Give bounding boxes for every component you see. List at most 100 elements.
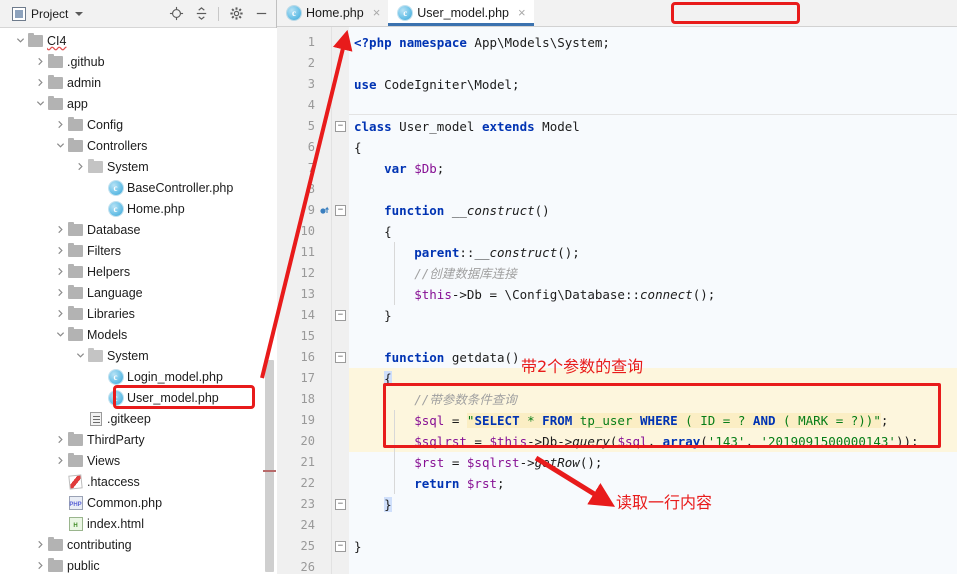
chevron-right-icon[interactable] [54,454,67,467]
tree-item-login-model-php[interactable]: c Login_model.php [0,366,277,387]
tree-item-common-php[interactable]: PHP Common.php [0,492,277,513]
chevron-right-icon[interactable] [34,76,47,89]
fold-marker-class-end[interactable]: − [335,541,346,552]
chevron-right-icon[interactable] [54,307,67,320]
line-text: } [354,539,362,554]
chevron-down-icon[interactable] [75,11,84,16]
tree-item-thirdparty[interactable]: ThirdParty [0,429,277,450]
close-icon[interactable]: × [373,6,381,19]
chevron-right-icon[interactable] [74,160,87,173]
code-line-15[interactable]: 15 [277,326,957,347]
code-editor[interactable]: 1 <?php namespace App\Models\System; 2 3 use… [277,27,957,574]
code-line-22[interactable]: 22 return $rst; [277,473,957,494]
fold-marker-getdata-end[interactable]: − [335,499,346,510]
tree-item-gitkeep[interactable]: .gitkeep [0,408,277,429]
tree-item-controllers[interactable]: Controllers [0,135,277,156]
project-tree-scrollbar[interactable] [265,360,274,572]
chevron-right-icon[interactable] [54,286,67,299]
override-method-gutter-icon[interactable] [319,205,330,216]
chevron-right-icon[interactable] [54,265,67,278]
tree-item-system[interactable]: System [0,156,277,177]
tree-item-label: Controllers [87,138,148,153]
tree-item-filters[interactable]: Filters [0,240,277,261]
code-line-21[interactable]: 21 $rst = $sqlrst->getRow(); [277,452,957,473]
fold-marker-construct[interactable]: − [335,205,346,216]
tree-item-views[interactable]: Views [0,450,277,471]
chevron-right-icon[interactable] [54,223,67,236]
chevron-right-icon[interactable] [54,244,67,257]
code-line-23[interactable]: 23 } [277,494,957,515]
code-line-25[interactable]: 25} [277,536,957,557]
code-line-17[interactable]: 17 { [277,368,957,389]
project-title-dropdown[interactable]: Project [8,5,87,23]
code-line-18[interactable]: 18 //带参数条件查询 [277,389,957,410]
code-line-19[interactable]: 19 $sql = "SELECT * FROM tp_user WHERE (… [277,410,957,431]
code-line-13[interactable]: 13 $this->Db = \Config\Database::connect… [277,284,957,305]
code-line-14[interactable]: 14 } [277,305,957,326]
tree-item-libraries[interactable]: Libraries [0,303,277,324]
code-line-4[interactable]: 4 [277,95,957,116]
tree-item-database[interactable]: Database [0,219,277,240]
chevron-right-icon[interactable] [34,55,47,68]
editor-tab-user-model-php[interactable]: c User_model.php × [388,0,534,26]
tree-item-admin[interactable]: admin [0,72,277,93]
chevron-down-icon[interactable] [54,328,67,341]
chevron-right-icon[interactable] [34,559,47,572]
code-line-6[interactable]: 6{ [277,137,957,158]
tree-item-github[interactable]: .github [0,51,277,72]
tree-item-icon: PHP [67,495,84,511]
code-line-12[interactable]: 12 //创建数据库连接 [277,263,957,284]
tree-item-models[interactable]: Models [0,324,277,345]
code-line-3[interactable]: 3 use CodeIgniter\Model; [277,74,957,95]
fold-marker-class[interactable]: − [335,121,346,132]
chevron-down-icon[interactable] [14,34,27,47]
tree-item-basecontroller-php[interactable]: c BaseController.php [0,177,277,198]
tree-item-helpers[interactable]: Helpers [0,261,277,282]
gear-icon[interactable] [225,3,247,25]
line-text: $rst = $sqlrst->getRow(); [414,455,603,470]
editor-tab-home-php[interactable]: c Home.php × [277,0,389,26]
code-line-5[interactable]: 5 class User_model extends Model [277,116,957,137]
tree-item-home-php[interactable]: c Home.php [0,198,277,219]
tree-item-system[interactable]: System [0,345,277,366]
fold-marker-construct-end[interactable]: − [335,310,346,321]
tree-item-language[interactable]: Language [0,282,277,303]
code-line-10[interactable]: 10 { [277,221,957,242]
tree-item-htaccess[interactable]: .htaccess [0,471,277,492]
chevron-down-icon[interactable] [74,349,87,362]
tree-item-public[interactable]: public [0,555,277,574]
chevron-right-icon[interactable] [54,433,67,446]
tree-item-icon [67,221,84,238]
code-line-2[interactable]: 2 [277,53,957,74]
chevron-down-icon[interactable] [54,139,67,152]
chevron-right-icon[interactable] [34,538,47,551]
chevron-down-icon[interactable] [34,97,47,110]
tree-item-ci4[interactable]: CI4 [0,30,277,51]
tree-item-app[interactable]: app [0,93,277,114]
code-line-16[interactable]: 16 function getdata() [277,347,957,368]
tree-item-user-model-php[interactable]: c User_model.php [0,387,277,408]
chevron-right-icon[interactable] [54,118,67,131]
hide-panel-icon[interactable] [250,3,272,25]
editor-tab-bar[interactable]: c Home.php × c User_model.php × [277,0,957,27]
code-line-11[interactable]: 11 parent::__construct(); [277,242,957,263]
code-content[interactable]: 1 <?php namespace App\Models\System; 2 3 use… [277,27,957,574]
fold-marker-getdata[interactable]: − [335,352,346,363]
code-line-9[interactable]: 9 function __construct() [277,200,957,221]
close-icon[interactable]: × [518,6,526,19]
collapse-all-icon[interactable] [190,3,212,25]
code-line-20[interactable]: 20 $sqlrst = $this->Db->query($sql, arra… [277,431,957,452]
code-line-8[interactable]: 8 [277,179,957,200]
code-line-26[interactable]: 26 [277,557,957,574]
tree-item-index-html[interactable]: Hindex.html [0,513,277,534]
code-line-1[interactable]: 1 <?php namespace App\Models\System; [277,32,957,53]
code-line-24[interactable]: 24 [277,515,957,536]
line-text: class User_model extends Model [354,119,580,134]
tree-item-icon [67,452,84,469]
tree-item-contributing[interactable]: contributing [0,534,277,555]
project-file-tree[interactable]: CI4 .github admin app Config Controllers Syste… [0,28,277,574]
locate-icon[interactable] [165,3,187,25]
php-class-icon: c [108,180,123,195]
tree-item-config[interactable]: Config [0,114,277,135]
code-line-7[interactable]: 7 var $Db; [277,158,957,179]
